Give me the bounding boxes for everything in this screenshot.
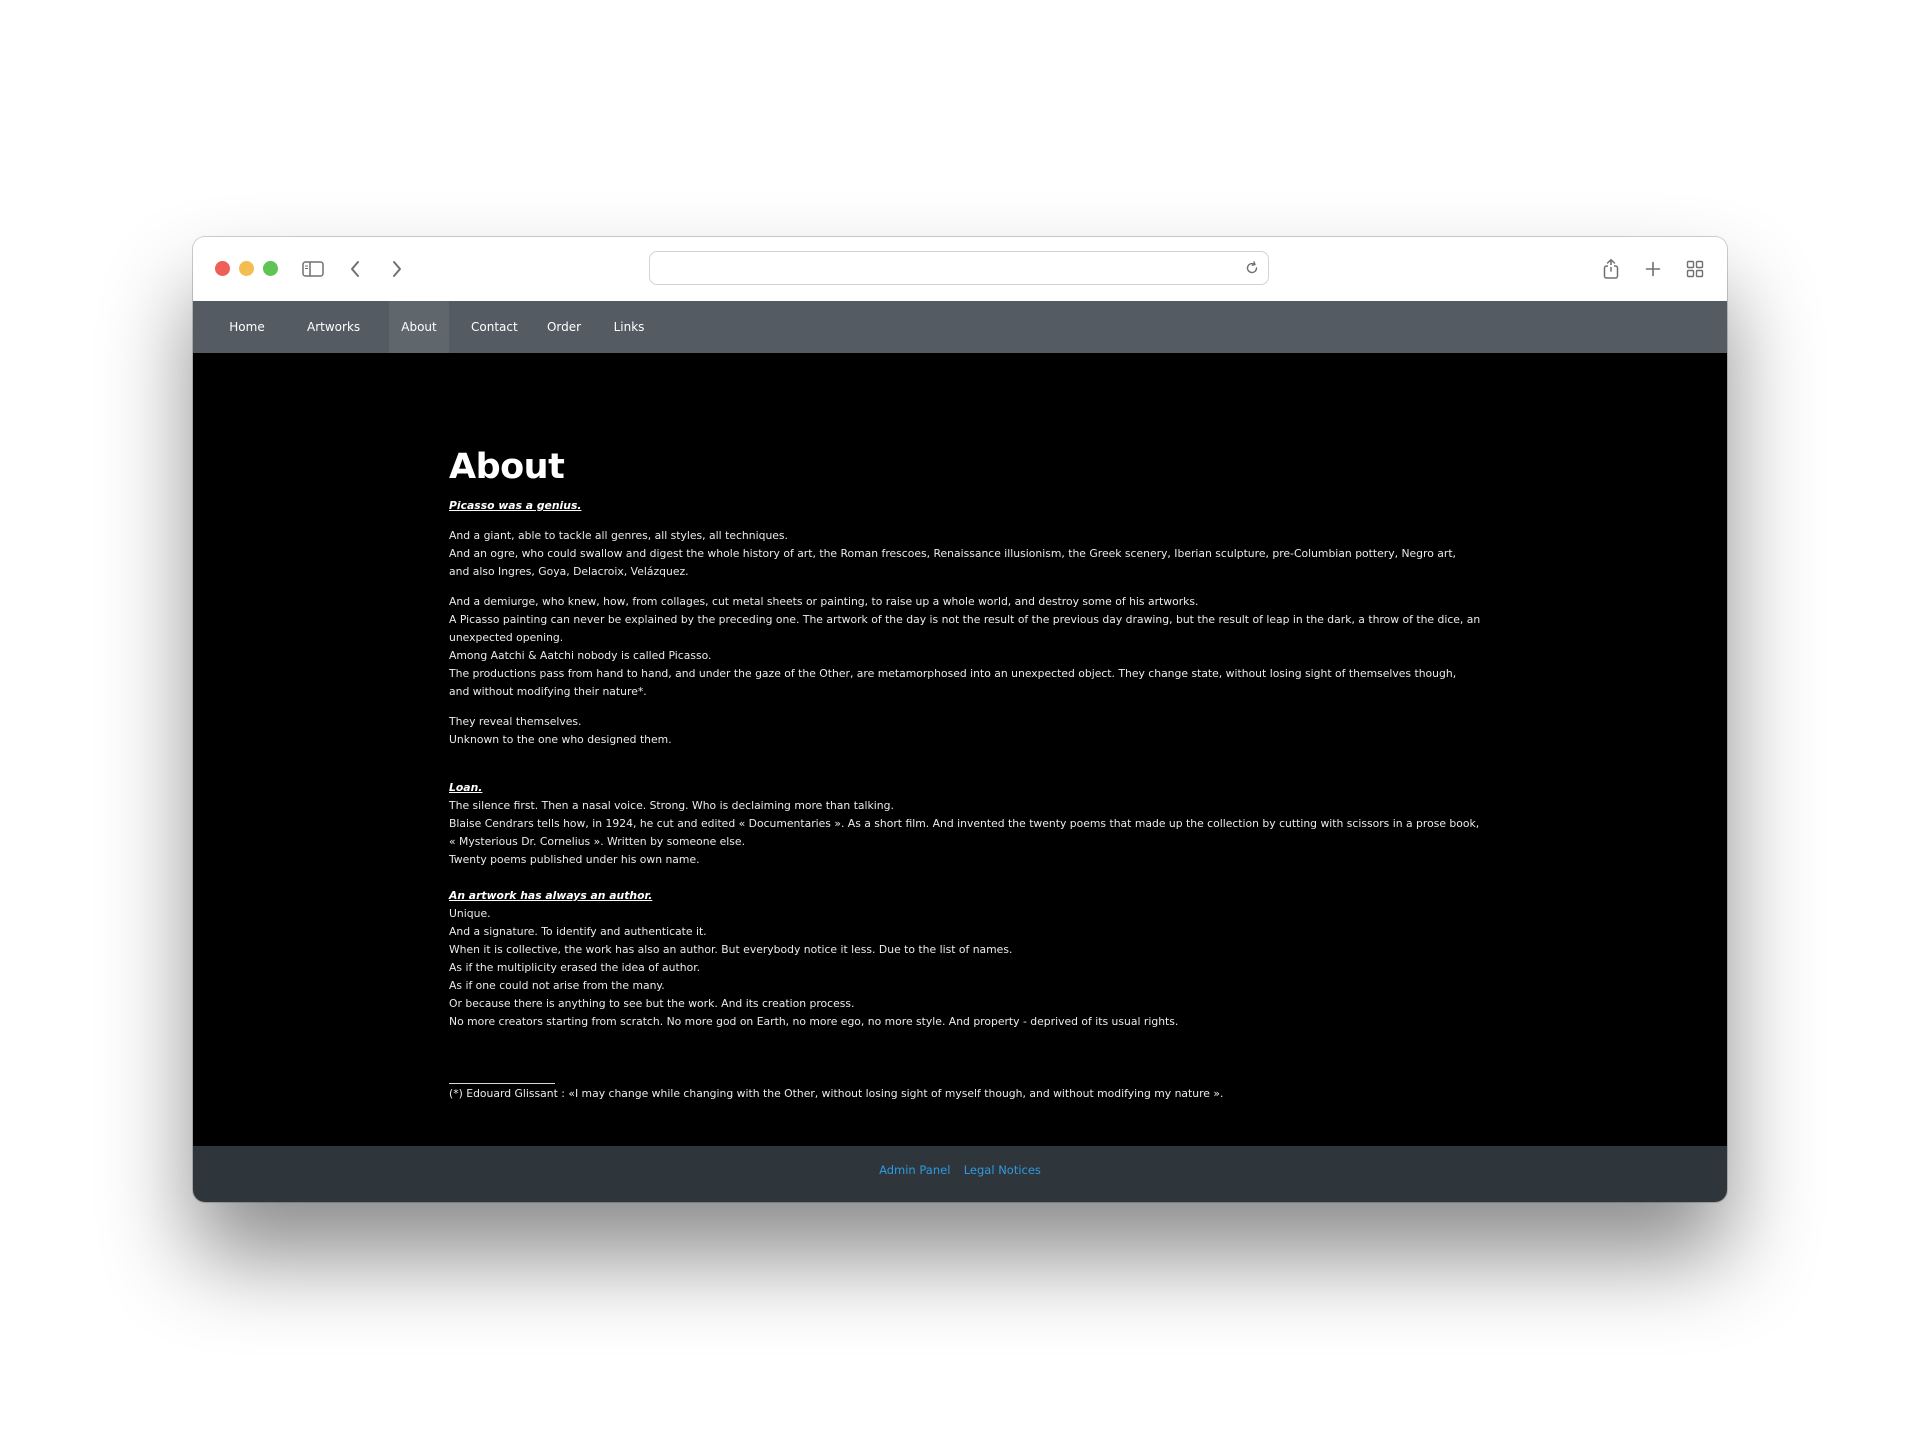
paragraph-line: And a demiurge, who knew, how, from coll… bbox=[449, 595, 1199, 608]
minimize-icon[interactable] bbox=[239, 261, 254, 276]
back-icon[interactable] bbox=[341, 255, 369, 283]
nav-about[interactable]: About bbox=[389, 301, 449, 353]
paragraph-line: And an ogre, who could swallow and diges… bbox=[449, 547, 1456, 560]
paragraph-line: They reveal themselves. bbox=[449, 715, 582, 728]
paragraph-line: The silence first. Then a nasal voice. S… bbox=[449, 799, 894, 812]
section-heading-loan: Loan. bbox=[449, 781, 483, 794]
paragraph-line: and also Ingres, Goya, Delacroix, Velázq… bbox=[449, 565, 689, 578]
new-tab-icon[interactable] bbox=[1639, 255, 1667, 283]
site-navbar: Home Page Artworks About Contact Order L… bbox=[193, 301, 1727, 409]
nav-links[interactable]: Links bbox=[601, 301, 657, 353]
footnote-divider bbox=[449, 1083, 555, 1084]
footer-links: Admin Panel Legal Notices bbox=[193, 1161, 1727, 1179]
paragraph-line: Blaise Cendrars tells how, in 1924, he c… bbox=[449, 817, 1480, 830]
paragraph-line: Or because there is anything to see but … bbox=[449, 997, 855, 1010]
address-bar[interactable] bbox=[649, 251, 1269, 285]
browser-toolbar bbox=[193, 237, 1727, 302]
browser-window: Home Page Artworks About Contact Order L… bbox=[193, 237, 1727, 1202]
main-content: About Picasso was a genius. And a giant,… bbox=[193, 353, 1727, 1146]
paragraph-line: When it is collective, the work has also… bbox=[449, 943, 1013, 956]
section-heading-genius: Picasso was a genius. bbox=[449, 499, 582, 512]
paragraph-line: Among Aatchi & Aatchi nobody is called P… bbox=[449, 649, 712, 662]
nav-artworks[interactable]: Artworks bbox=[295, 301, 371, 353]
page-title: About bbox=[449, 447, 565, 487]
nav-contact[interactable]: Contact bbox=[459, 301, 527, 353]
section-heading-author: An artwork has always an author. bbox=[449, 889, 653, 902]
close-icon[interactable] bbox=[215, 261, 230, 276]
paragraph-line: And a signature. To identify and authent… bbox=[449, 925, 707, 938]
share-icon[interactable] bbox=[1597, 255, 1625, 283]
zoom-icon[interactable] bbox=[263, 261, 278, 276]
sidebar-icon[interactable] bbox=[299, 255, 327, 283]
paragraph-line: As if the multiplicity erased the idea o… bbox=[449, 961, 701, 974]
paragraph-line: « Mysterious Dr. Cornelius ». Written by… bbox=[449, 835, 746, 848]
admin-panel-link[interactable]: Admin Panel bbox=[879, 1163, 950, 1177]
paragraph-line: And a giant, able to tackle all genres, … bbox=[449, 529, 788, 542]
paragraph-line: unexpected opening. bbox=[449, 631, 564, 644]
forward-icon[interactable] bbox=[383, 255, 411, 283]
reload-icon[interactable] bbox=[1244, 260, 1260, 276]
site-footer: Admin Panel Legal Notices bbox=[193, 1146, 1727, 1202]
paragraph-line: No more creators starting from scratch. … bbox=[449, 1015, 1179, 1028]
paragraph-line: The productions pass from hand to hand, … bbox=[449, 667, 1457, 680]
paragraph-line: and without modifying their nature*. bbox=[449, 685, 647, 698]
footnote: (*) Edouard Glissant : «I may change whi… bbox=[449, 1087, 1224, 1100]
tab-overview-icon[interactable] bbox=[1681, 255, 1709, 283]
nav-order[interactable]: Order bbox=[534, 301, 594, 353]
paragraph-line: Unknown to the one who designed them. bbox=[449, 733, 672, 746]
paragraph-line: Twenty poems published under his own nam… bbox=[449, 853, 700, 866]
paragraph-line: Unique. bbox=[449, 907, 491, 920]
legal-notices-link[interactable]: Legal Notices bbox=[964, 1163, 1041, 1177]
paragraph-line: As if one could not arise from the many. bbox=[449, 979, 665, 992]
paragraph-line: A Picasso painting can never be explaine… bbox=[449, 613, 1481, 626]
nav-home-page[interactable]: Home Page bbox=[205, 301, 289, 386]
